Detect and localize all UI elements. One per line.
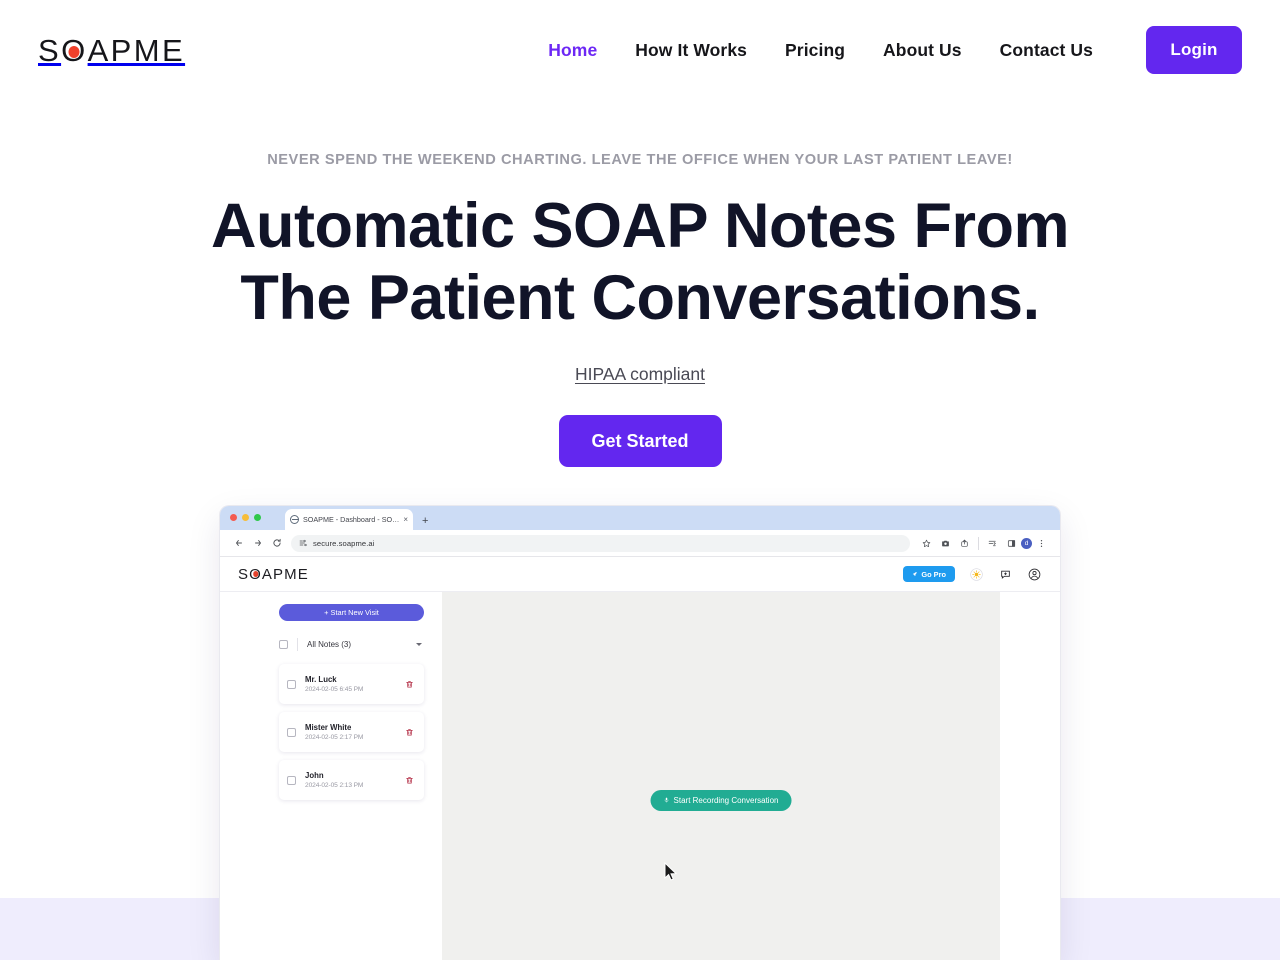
new-tab-icon[interactable]: + — [422, 516, 428, 527]
note-checkbox[interactable] — [287, 727, 296, 737]
extensions-icon[interactable] — [983, 534, 1002, 553]
app-logo[interactable]: SOAPME — [238, 566, 309, 583]
app-logo-red-dot-icon — [252, 571, 259, 578]
hero-eyebrow: NEVER SPEND THE WEEKEND CHARTING. LEAVE … — [267, 152, 1013, 168]
recording-canvas: Start Recording Conversation — [442, 592, 1000, 960]
chevron-down-icon — [416, 643, 422, 646]
go-pro-button[interactable]: Go Pro — [903, 566, 955, 582]
note-text: Mr. Luck 2024-02-05 6:45 PM — [305, 674, 395, 695]
hipaa-compliant-link[interactable]: HIPAA compliant — [575, 364, 705, 384]
browser-mockup: SOAPME - Dashboard - SOA… × + secure.soa… — [220, 506, 1060, 960]
nav-item-pricing[interactable]: Pricing — [766, 40, 864, 61]
note-checkbox[interactable] — [287, 775, 296, 785]
nav-item-contact-us[interactable]: Contact Us — [981, 40, 1112, 61]
app-logo-o-mark: O — [249, 566, 262, 583]
reload-icon[interactable] — [267, 534, 286, 553]
cta-row: Get Started — [0, 415, 1280, 467]
notes-sidebar: + Start New Visit All Notes (3) Mr. Luck… — [220, 592, 442, 960]
address-bar[interactable]: secure.soapme.ai — [291, 534, 910, 552]
share-icon[interactable] — [955, 534, 974, 553]
get-started-button[interactable]: Get Started — [558, 415, 722, 467]
camera-icon[interactable] — [936, 534, 955, 553]
account-circle-icon[interactable] — [1027, 567, 1042, 582]
page-title: Automatic SOAP Notes From The Patient Co… — [211, 191, 1069, 333]
note-list-item[interactable]: John 2024-02-05 2:13 PM — [279, 760, 424, 800]
browser-tabstrip: SOAPME - Dashboard - SOA… × + — [220, 506, 1060, 530]
note-patient-name: John — [305, 770, 324, 780]
canvas-right-filler — [1000, 592, 1060, 960]
logo-o-mark: O — [61, 33, 88, 69]
site-settings-icon[interactable] — [299, 539, 307, 547]
nav-item-how-it-works[interactable]: How It Works — [616, 40, 766, 61]
sidebar-panel-icon[interactable] — [1002, 534, 1021, 553]
logo-red-dot-icon — [68, 45, 80, 58]
forward-arrow-icon[interactable] — [248, 534, 267, 553]
note-list-item[interactable]: Mr. Luck 2024-02-05 6:45 PM — [279, 664, 424, 704]
three-dot-menu-icon[interactable] — [1032, 534, 1051, 553]
primary-nav: Home How It Works Pricing About Us Conta… — [529, 0, 1112, 100]
hero-section: NEVER SPEND THE WEEKEND CHARTING. LEAVE … — [0, 100, 1280, 467]
go-pro-label: Go Pro — [921, 569, 946, 579]
app-header: SOAPME Go Pro — [220, 557, 1060, 592]
rocket-icon — [912, 570, 918, 579]
toolbar-divider — [978, 536, 979, 550]
address-bar-url: secure.soapme.ai — [313, 538, 375, 548]
notes-filter-select[interactable]: All Notes (3) — [307, 640, 424, 649]
browser-tab[interactable]: SOAPME - Dashboard - SOA… × — [285, 509, 413, 530]
nav-item-about-us[interactable]: About Us — [864, 40, 981, 61]
note-patient-name: Mister White — [305, 722, 352, 732]
filter-divider — [297, 638, 298, 651]
minimize-window-icon[interactable] — [242, 514, 249, 521]
note-list-item[interactable]: Mister White 2024-02-05 2:17 PM — [279, 712, 424, 752]
note-text: John 2024-02-05 2:13 PM — [305, 770, 395, 791]
close-window-icon[interactable] — [230, 514, 237, 521]
favicon-icon — [290, 515, 299, 524]
delete-note-icon[interactable] — [404, 727, 415, 738]
start-recording-label: Start Recording Conversation — [673, 796, 779, 805]
delete-note-icon[interactable] — [404, 775, 415, 786]
select-all-checkbox[interactable] — [279, 640, 288, 649]
notes-filter-row: All Notes (3) — [279, 638, 424, 656]
note-timestamp: 2024-02-05 2:17 PM — [305, 733, 364, 741]
star-icon[interactable] — [917, 534, 936, 553]
feedback-icon[interactable] — [998, 567, 1013, 582]
note-text: Mister White 2024-02-05 2:17 PM — [305, 722, 395, 743]
browser-profile-avatar[interactable]: d — [1021, 537, 1032, 549]
start-recording-button[interactable]: Start Recording Conversation — [650, 790, 792, 811]
microphone-icon — [664, 796, 670, 805]
site-logo[interactable]: SOAPME — [38, 32, 185, 70]
notes-filter-label: All Notes (3) — [307, 640, 352, 649]
note-timestamp: 2024-02-05 6:45 PM — [305, 685, 364, 693]
back-arrow-icon[interactable] — [229, 534, 248, 553]
nav-item-home[interactable]: Home — [529, 40, 616, 61]
close-tab-icon[interactable]: × — [403, 515, 408, 524]
login-button[interactable]: Login — [1146, 26, 1242, 74]
browser-tab-title: SOAPME - Dashboard - SOA… — [303, 515, 400, 524]
note-timestamp: 2024-02-05 2:13 PM — [305, 781, 364, 789]
app-body: + Start New Visit All Notes (3) Mr. Luck… — [220, 592, 1060, 960]
site-header: SOAPME Home How It Works Pricing About U… — [0, 0, 1280, 100]
delete-note-icon[interactable] — [404, 679, 415, 690]
window-controls — [230, 514, 261, 521]
hipaa-row: HIPAA compliant — [0, 364, 1280, 385]
start-new-visit-button[interactable]: + Start New Visit — [279, 604, 424, 621]
note-patient-name: Mr. Luck — [305, 674, 337, 684]
maximize-window-icon[interactable] — [254, 514, 261, 521]
site-logo-text: SOAPME — [38, 33, 186, 69]
sun-icon[interactable] — [969, 567, 984, 582]
browser-toolbar: secure.soapme.ai d — [220, 530, 1060, 557]
app-header-actions: Go Pro — [903, 566, 1042, 582]
landing-page: SOAPME Home How It Works Pricing About U… — [0, 0, 1280, 960]
note-checkbox[interactable] — [287, 679, 296, 689]
